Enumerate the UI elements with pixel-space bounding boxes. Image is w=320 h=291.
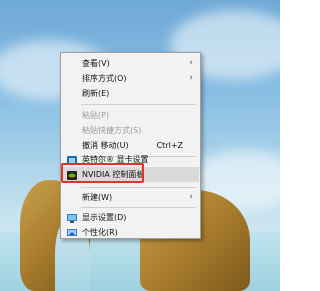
menu-item-paste-shortcut[interactable]: 粘贴快捷方式(S) [62,123,199,138]
menu-item-paste[interactable]: 粘贴(P) [62,108,199,123]
menu-item-sort[interactable]: 排序方式(O) › [62,71,199,86]
display-icon [67,213,77,223]
menu-item-label: 查看(V) [82,59,110,68]
chevron-right-icon: › [189,192,193,202]
menu-separator [81,104,196,105]
menu-item-view[interactable]: 查看(V) › [62,56,199,71]
menu-item-label: 撤消 移动(U) [82,141,129,150]
menu-item-label: 个性化(R) [82,228,118,237]
menu-item-label: 粘贴(P) [82,111,110,120]
context-menu: 查看(V) › 排序方式(O) › 刷新(E) 粘贴(P) 粘贴快捷方式(S) … [60,52,201,239]
menu-item-label: 排序方式(O) [82,74,127,83]
menu-item-display-settings[interactable]: 显示设置(D) [62,210,199,225]
chevron-right-icon: › [189,58,193,68]
menu-item-refresh[interactable]: 刷新(E) [62,86,199,101]
menu-separator [81,207,196,208]
menu-item-label: 显示设置(D) [82,213,127,222]
menu-item-undo-move[interactable]: 撤消 移动(U) Ctrl+Z [62,138,199,153]
menu-item-label: 新建(W) [82,193,113,202]
menu-item-personalize[interactable]: 个性化(R) [62,225,199,240]
highlight-box [61,163,144,183]
menu-item-label: 刷新(E) [82,89,110,98]
menu-item-label: 粘贴快捷方式(S) [82,126,142,135]
menu-separator [81,187,196,188]
chevron-right-icon: › [189,73,193,83]
personalize-icon [67,228,77,237]
shortcut-text: Ctrl+Z [156,141,183,150]
menu-item-new[interactable]: 新建(W) › [62,190,199,205]
